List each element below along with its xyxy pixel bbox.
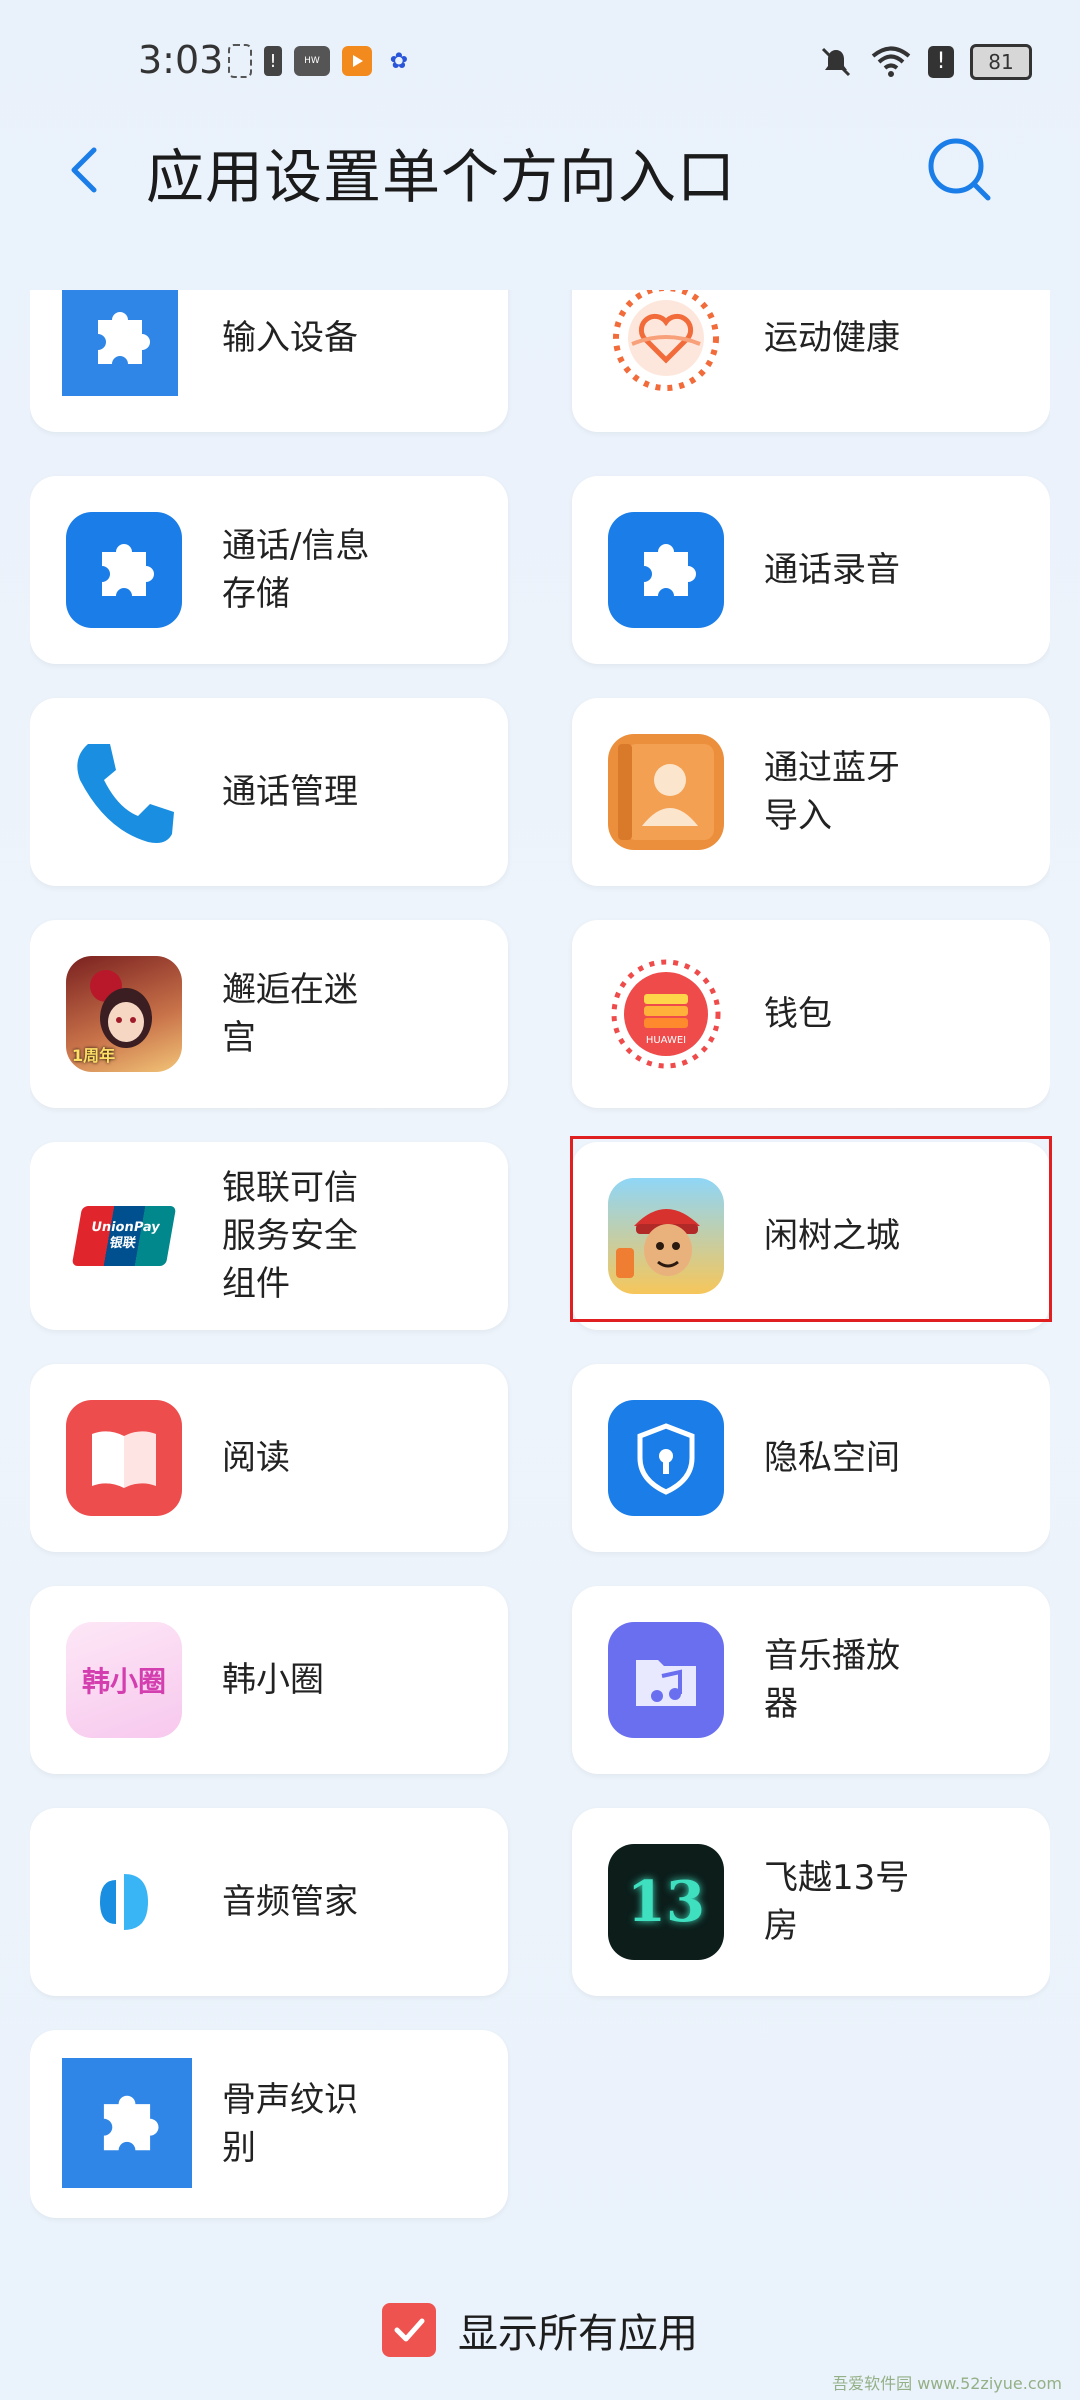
search-icon bbox=[928, 138, 991, 201]
app-card[interactable]: 音频管家 bbox=[30, 1808, 508, 1996]
status-time: 3:03 bbox=[138, 38, 224, 82]
game-girl-icon: 1周年 bbox=[66, 956, 182, 1072]
app-label: 运动健康 bbox=[764, 318, 900, 358]
app-label: 阅读 bbox=[222, 1438, 290, 1478]
health-heart-icon bbox=[608, 290, 724, 396]
app-card[interactable]: 通话管理 bbox=[30, 698, 508, 886]
show-all-label: 显示所有应用 bbox=[458, 2311, 698, 2357]
alert-icon: ! bbox=[264, 46, 282, 76]
app-card[interactable]: 通过蓝牙 导入 bbox=[572, 698, 1050, 886]
back-arrow-icon bbox=[71, 147, 97, 193]
hanxiaoquan-badge: 韩小圈 bbox=[81, 1665, 166, 1698]
app-card[interactable]: 运动健康 bbox=[572, 290, 1050, 432]
app-card[interactable]: 输入设备 bbox=[30, 290, 508, 432]
show-all-apps-row[interactable]: 显示所有应用 bbox=[0, 2290, 1080, 2370]
app-card[interactable]: 通话/信息 存储 bbox=[30, 476, 508, 664]
app-card[interactable]: UnionPay 银联 银联可信 服务安全 组件 bbox=[30, 1142, 508, 1330]
app-card[interactable]: 阅读 bbox=[30, 1364, 508, 1552]
app-card[interactable]: 隐私空间 bbox=[572, 1364, 1050, 1552]
puzzle-icon bbox=[62, 290, 178, 396]
app-label: 通过蓝牙 导入 bbox=[764, 748, 900, 836]
contacts-icon bbox=[608, 734, 724, 850]
app-label: 通话/信息 存储 bbox=[222, 526, 370, 614]
music-folder-icon bbox=[608, 1622, 724, 1738]
selection-highlight bbox=[570, 1136, 1052, 1322]
puzzle-icon bbox=[66, 512, 182, 628]
app-label: 通话录音 bbox=[764, 550, 900, 590]
page-title: 应用设置单个方向入口 bbox=[146, 143, 737, 211]
phone-icon bbox=[66, 734, 182, 850]
app-card[interactable]: 1周年 邂逅在迷 宫 bbox=[30, 920, 508, 1108]
app-card[interactable]: 音乐播放 器 bbox=[572, 1586, 1050, 1774]
app-label: 音乐播放 器 bbox=[764, 1636, 900, 1724]
app-card[interactable]: 13 飞越13号 房 bbox=[572, 1808, 1050, 1996]
anniversary-badge: 1周年 bbox=[72, 1046, 116, 1065]
hanxiaoquan-icon: 韩小圈 bbox=[66, 1622, 182, 1738]
screenshot-icon bbox=[228, 44, 252, 78]
mute-bell-icon bbox=[821, 47, 851, 77]
baidu-icon: ✿ bbox=[389, 48, 409, 74]
unionpay-badge: UnionPay 银联 bbox=[89, 1220, 162, 1251]
video-app-icon bbox=[342, 46, 372, 76]
checkmark-icon bbox=[394, 2318, 425, 2342]
room13-badge: 13 bbox=[627, 1869, 705, 1935]
back-button[interactable] bbox=[60, 140, 110, 200]
wifi-icon bbox=[871, 46, 911, 77]
warning-icon: ! bbox=[928, 46, 954, 78]
privacy-shield-icon bbox=[608, 1400, 724, 1516]
audio-manager-icon bbox=[66, 1844, 182, 1960]
search-button[interactable] bbox=[926, 136, 996, 206]
huawei-badge: HUAWEI bbox=[645, 1035, 687, 1046]
app-label: 邂逅在迷 宫 bbox=[222, 970, 358, 1058]
system-icons: ! 81 bbox=[818, 44, 1032, 80]
show-all-checkbox[interactable] bbox=[382, 2303, 436, 2357]
unionpay-icon: UnionPay 银联 bbox=[66, 1178, 182, 1294]
app-label: 骨声纹识 别 bbox=[222, 2080, 358, 2168]
watermark: 吾爱软件园 www.52ziyue.com bbox=[832, 2374, 1062, 2393]
app-label: 输入设备 bbox=[222, 318, 358, 358]
app-label: 飞越13号 房 bbox=[764, 1858, 910, 1946]
battery-icon: 81 bbox=[970, 44, 1032, 80]
app-card[interactable]: 骨声纹识 别 bbox=[30, 2030, 508, 2218]
notification-icons: ! HW ✿ bbox=[228, 44, 414, 78]
puzzle-icon bbox=[608, 512, 724, 628]
app-label: 隐私空间 bbox=[764, 1438, 900, 1478]
app-label: 音频管家 bbox=[222, 1882, 358, 1922]
status-bar: 3:03 ! HW ✿ ! 81 bbox=[0, 0, 1080, 130]
app-label: 韩小圈 bbox=[222, 1660, 324, 1700]
huawei-store-icon: HW bbox=[294, 46, 330, 76]
app-card[interactable]: 通话录音 bbox=[572, 476, 1050, 664]
puzzle-icon bbox=[62, 2058, 192, 2188]
app-label: 通话管理 bbox=[222, 772, 358, 812]
book-icon bbox=[66, 1400, 182, 1516]
room13-icon: 13 bbox=[608, 1844, 724, 1960]
app-card[interactable]: 韩小圈 韩小圈 bbox=[30, 1586, 508, 1774]
app-label: 钱包 bbox=[764, 994, 832, 1034]
wallet-icon: HUAWEI bbox=[608, 956, 724, 1072]
app-label: 银联可信 服务安全 组件 bbox=[222, 1168, 358, 1304]
app-card[interactable]: HUAWEI 钱包 bbox=[572, 920, 1050, 1108]
